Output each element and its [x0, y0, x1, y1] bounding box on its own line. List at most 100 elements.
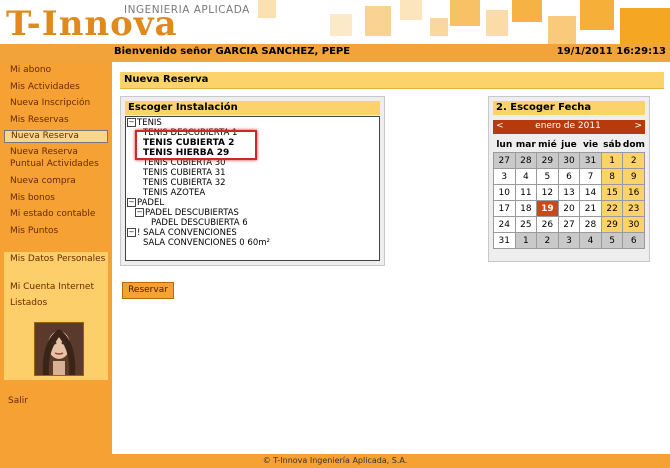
- calendar-day[interactable]: 7: [579, 168, 602, 185]
- calendar-day[interactable]: 8: [600, 168, 624, 185]
- weekday-header: jue: [561, 139, 577, 150]
- tree-node-padel[interactable]: − PADEL: [127, 198, 164, 208]
- copyright-text: © T-Innova Ingeniería Aplicada, S.A.: [262, 456, 408, 465]
- calendar-day[interactable]: 16: [622, 184, 645, 201]
- tree-leaf[interactable]: TENIS CUBIERTA 32: [143, 178, 226, 188]
- menu-item-mis-actividades[interactable]: Mis Actividades: [4, 79, 108, 96]
- logo: T-Innova INGENIERIA APLICADA: [6, 3, 251, 43]
- menu-item-mis-puntos[interactable]: Mis Puntos: [4, 223, 108, 240]
- calendar-day[interactable]: 18: [514, 200, 538, 217]
- menu-item-mis-datos-personales[interactable]: Mis Datos Personales: [4, 252, 108, 280]
- calendar-day[interactable]: 31: [579, 152, 602, 169]
- menu-item-mi-estado-contable[interactable]: Mi estado contable: [4, 206, 108, 223]
- calendar-day[interactable]: 14: [579, 184, 602, 201]
- calendar-day[interactable]: 4: [579, 232, 602, 249]
- calendar-day[interactable]: 13: [557, 184, 581, 201]
- menu-item-nueva-reserva[interactable]: Nueva Reserva: [4, 130, 108, 143]
- calendar-day[interactable]: 2: [536, 232, 559, 249]
- calendar-month-bar: < enero de 2011 >: [493, 120, 645, 134]
- welcome-message: Bienvenido señor GARCIA SANCHEZ, PEPE: [114, 46, 351, 57]
- collapse-icon[interactable]: −: [135, 208, 144, 217]
- menu-item-nueva-inscripcion[interactable]: Nueva Inscripción: [4, 95, 108, 112]
- selection-highlight: [135, 130, 257, 160]
- prev-month-button[interactable]: <: [496, 121, 504, 131]
- sidebar: Mi abono Mis Actividades Nueva Inscripci…: [0, 62, 112, 454]
- calendar-day[interactable]: 2: [622, 152, 645, 169]
- weekday-header: dom: [622, 139, 645, 150]
- calendar-day[interactable]: 5: [536, 168, 559, 185]
- collapse-icon[interactable]: −: [127, 118, 136, 127]
- installation-panel: Escoger Instalación − TENIS TENIS DESCUBI…: [120, 96, 385, 266]
- header: T-Innova INGENIERIA APLICADA: [0, 0, 670, 44]
- current-datetime: 19/1/2011 16:29:13: [556, 46, 666, 57]
- calendar-day[interactable]: 20: [557, 200, 581, 217]
- main-content: Nueva Reserva Escoger Instalación − TENIS…: [112, 62, 670, 454]
- calendar-day[interactable]: 9: [622, 168, 645, 185]
- calendar-month-label: enero de 2011: [535, 121, 601, 131]
- installation-tree: − TENIS TENIS DESCUBIERTA 1 TENIS CUBIERT…: [125, 116, 380, 261]
- weekday-header: vie: [583, 139, 599, 150]
- calendar-day[interactable]: 12: [536, 184, 559, 201]
- calendar-day[interactable]: 27: [493, 152, 516, 169]
- installation-panel-title: Escoger Instalación: [128, 102, 238, 113]
- main-menu: Mi abono Mis Actividades Nueva Inscripci…: [4, 62, 108, 239]
- calendar-day[interactable]: 15: [600, 184, 624, 201]
- calendar-day[interactable]: 31: [493, 232, 516, 249]
- calendar-day[interactable]: 3: [493, 168, 516, 185]
- calendar-day[interactable]: 6: [557, 168, 581, 185]
- calendar-day[interactable]: 25: [514, 216, 538, 233]
- calendar-day[interactable]: 17: [493, 200, 516, 217]
- calendar-day[interactable]: 27: [557, 216, 581, 233]
- menu-item-nueva-compra[interactable]: Nueva compra: [4, 173, 108, 190]
- calendar-day-selected[interactable]: 19: [536, 200, 559, 217]
- account-menu: Mis Datos Personales Mi Cuenta Internet …: [4, 252, 108, 380]
- collapse-icon[interactable]: −: [127, 228, 136, 237]
- menu-item-nueva-reserva-puntual[interactable]: Nueva Reserva Puntual Actividades: [4, 145, 108, 173]
- weekday-header: sáb: [603, 139, 622, 150]
- collapse-icon[interactable]: −: [127, 198, 136, 207]
- tree-node-tenis[interactable]: − TENIS: [127, 118, 162, 128]
- page-title-bar: Nueva Reserva: [120, 72, 664, 89]
- calendar-day[interactable]: 28: [514, 152, 538, 169]
- calendar-day[interactable]: 10: [493, 184, 516, 201]
- calendar-day[interactable]: 11: [514, 184, 538, 201]
- calendar-day[interactable]: 3: [557, 232, 581, 249]
- logo-subtitle: INGENIERIA APLICADA: [124, 4, 250, 16]
- calendar-grid: lun mar mié jue vie sáb dom 27 28 29 30 …: [493, 137, 645, 249]
- tree-leaf[interactable]: TENIS CUBIERTA 31: [143, 168, 226, 178]
- menu-item-mis-reservas[interactable]: Mis Reservas: [4, 112, 108, 129]
- menu-item-mis-bonos[interactable]: Mis bonos: [4, 190, 108, 207]
- tree-leaf[interactable]: PADEL DESCUBIERTA 6: [151, 218, 248, 228]
- calendar-day[interactable]: 5: [600, 232, 624, 249]
- logout-link[interactable]: Salir: [8, 396, 28, 406]
- calendar-day[interactable]: 29: [600, 216, 624, 233]
- weekday-header: mié: [538, 139, 557, 150]
- menu-item-listados[interactable]: Listados: [4, 296, 108, 312]
- tree-leaf[interactable]: TENIS AZOTEA: [143, 188, 205, 198]
- calendar-day[interactable]: 1: [514, 232, 538, 249]
- tree-node-padel-descubiertas[interactable]: − PADEL DESCUBIERTAS: [135, 208, 239, 218]
- calendar-day[interactable]: 23: [622, 200, 645, 217]
- weekday-header: lun: [496, 139, 513, 150]
- calendar-day[interactable]: 4: [514, 168, 538, 185]
- calendar-day[interactable]: 30: [622, 216, 645, 233]
- calendar-day[interactable]: 22: [600, 200, 624, 217]
- page-title: Nueva Reserva: [124, 74, 209, 85]
- calendar-day[interactable]: 24: [493, 216, 516, 233]
- calendar-day[interactable]: 29: [536, 152, 559, 169]
- menu-item-mi-cuenta-internet[interactable]: Mi Cuenta Internet: [4, 280, 108, 296]
- calendar-day[interactable]: 28: [579, 216, 602, 233]
- calendar-day[interactable]: 26: [536, 216, 559, 233]
- menu-item-mi-abono[interactable]: Mi abono: [4, 62, 108, 79]
- tree-node-sala-convenciones[interactable]: −! SALA CONVENCIONES: [127, 228, 237, 238]
- calendar-day[interactable]: 30: [557, 152, 581, 169]
- calendar-day[interactable]: 1: [600, 152, 624, 169]
- calendar-day[interactable]: 6: [622, 232, 645, 249]
- tree-leaf[interactable]: SALA CONVENCIONES 0 60m²: [143, 238, 270, 248]
- weekday-header: mar: [515, 139, 536, 150]
- calendar-day[interactable]: 21: [579, 200, 602, 217]
- reserve-button[interactable]: Reservar: [122, 282, 174, 299]
- calendar-panel-title: 2. Escoger Fecha: [496, 102, 592, 113]
- welcome-bar: Bienvenido señor GARCIA SANCHEZ, PEPE 19…: [0, 44, 670, 63]
- next-month-button[interactable]: >: [634, 121, 642, 131]
